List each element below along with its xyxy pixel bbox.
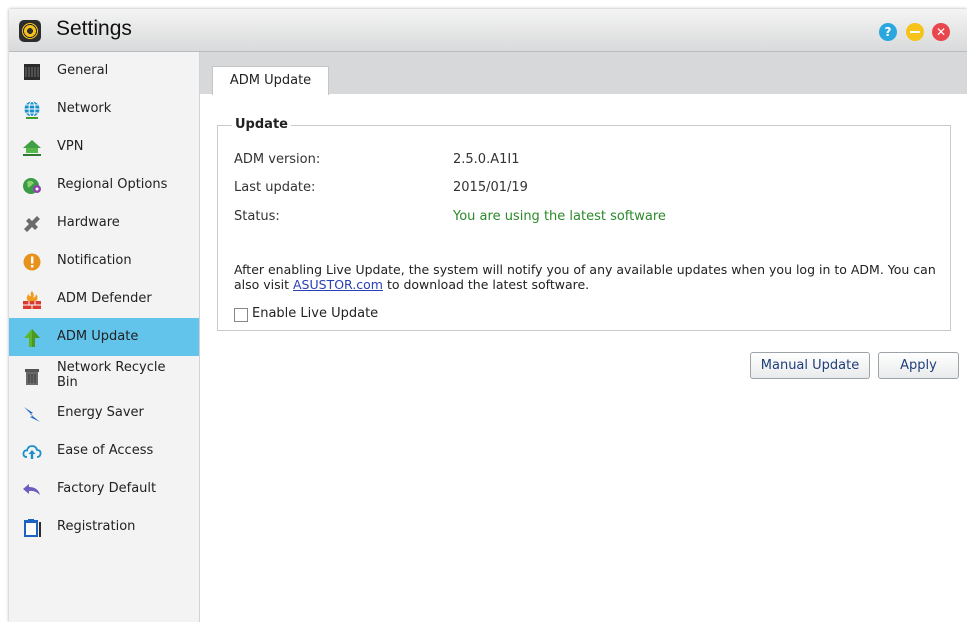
sidebar-item-label: Energy Saver <box>57 405 144 420</box>
cloud-upload-icon <box>22 445 42 459</box>
live-update-description: After enabling Live Update, the system w… <box>234 262 944 292</box>
title-bar[interactable]: Settings ? ✕ <box>9 9 967 52</box>
asustor-link[interactable]: ASUSTOR.com <box>293 277 383 292</box>
adm-version-label: ADM version: <box>234 152 321 167</box>
settings-gear-icon <box>19 20 41 42</box>
tab-bar: ADM Update <box>200 52 967 95</box>
sidebar-item-adm-update[interactable]: ADM Update <box>9 318 199 356</box>
globe-pin-icon <box>23 178 41 194</box>
minimize-button[interactable] <box>906 23 924 41</box>
help-icon: ? <box>884 25 892 39</box>
sidebar-item-label: General <box>57 63 109 78</box>
sidebar-item-label: Registration <box>57 519 136 534</box>
window-title: Settings <box>56 17 132 40</box>
enable-live-update-label[interactable]: Enable Live Update <box>252 306 378 321</box>
main-content: ADM Update Update ADM version: 2.5.0.A1I… <box>200 52 967 622</box>
clipboard-icon <box>24 519 41 537</box>
sidebar-item-adm-defender[interactable]: ADM Defender <box>9 280 199 318</box>
up-arrow-icon <box>24 329 40 347</box>
sidebar-item-label: Factory Default <box>57 481 157 496</box>
apply-button[interactable]: Apply <box>878 352 959 379</box>
settings-window: Settings ? ✕ General Network VPN Regiona… <box>9 9 967 622</box>
sidebar-item-regional-options[interactable]: Regional Options <box>9 166 199 204</box>
lightning-icon <box>24 407 40 422</box>
settings-sidebar: General Network VPN Regional Options Har… <box>9 52 200 622</box>
last-update-label: Last update: <box>234 180 316 195</box>
status-label: Status: <box>234 209 280 224</box>
sidebar-item-registration[interactable]: Registration <box>9 508 199 546</box>
sidebar-item-notification[interactable]: Notification <box>9 242 199 280</box>
sidebar-item-ease-of-access[interactable]: Ease of Access <box>9 432 199 470</box>
close-icon: ✕ <box>935 25 947 39</box>
manual-update-button[interactable]: Manual Update <box>750 352 870 379</box>
adm-version-value: 2.5.0.A1I1 <box>453 152 520 167</box>
sidebar-item-network-recycle-bin[interactable]: Network Recycle Bin <box>9 356 199 394</box>
recycle-bin-icon <box>25 369 39 385</box>
sidebar-item-factory-default[interactable]: Factory Default <box>9 470 199 508</box>
wrench-icon <box>24 216 40 232</box>
sidebar-item-label: Network Recycle Bin <box>57 360 166 390</box>
update-section: Update ADM version: 2.5.0.A1I1 Last upda… <box>217 117 951 331</box>
sidebar-item-vpn[interactable]: VPN <box>9 128 199 166</box>
sidebar-item-label: ADM Defender <box>57 291 152 306</box>
sidebar-item-label: Notification <box>57 253 132 268</box>
sidebar-item-label: ADM Update <box>57 329 139 344</box>
section-legend: Update <box>232 117 291 132</box>
tab-adm-update[interactable]: ADM Update <box>212 66 329 95</box>
sidebar-item-label: Hardware <box>57 215 120 230</box>
sidebar-item-network[interactable]: Network <box>9 90 199 128</box>
help-button[interactable]: ? <box>879 23 897 41</box>
sidebar-item-hardware[interactable]: Hardware <box>9 204 199 242</box>
description-text-end: to download the latest software. <box>382 277 590 292</box>
sidebar-item-energy-saver[interactable]: Energy Saver <box>9 394 199 432</box>
status-value: You are using the latest software <box>453 209 666 224</box>
house-network-icon <box>23 140 41 156</box>
firewall-icon <box>23 291 41 309</box>
sidebar-item-general[interactable]: General <box>9 52 199 90</box>
server-icon <box>24 64 40 80</box>
sidebar-item-label: Regional Options <box>57 177 168 192</box>
globe-icon <box>24 101 40 119</box>
sidebar-item-label: VPN <box>57 139 84 154</box>
exclamation-icon <box>23 253 41 271</box>
undo-arrow-icon <box>23 484 40 495</box>
sidebar-item-label: Ease of Access <box>57 443 154 458</box>
last-update-value: 2015/01/19 <box>453 180 528 195</box>
close-button[interactable]: ✕ <box>932 23 950 41</box>
sidebar-item-label: Network <box>57 101 112 116</box>
enable-live-update-checkbox[interactable] <box>234 308 248 322</box>
